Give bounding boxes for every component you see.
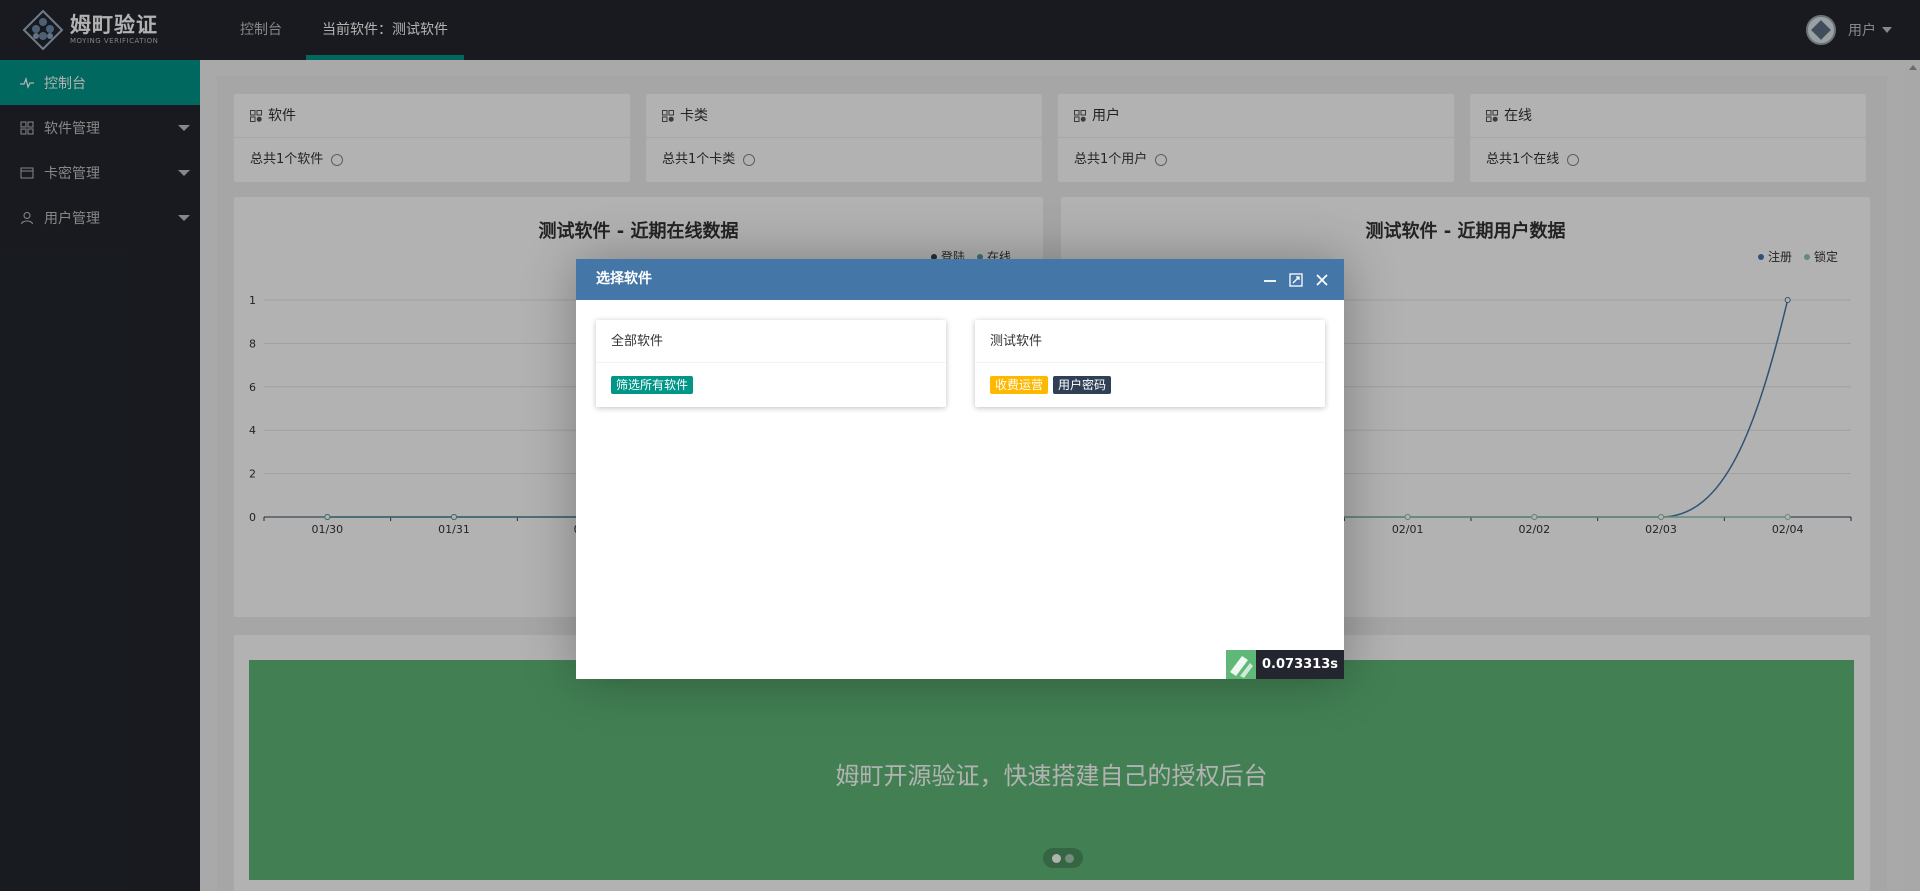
close-icon[interactable]	[1314, 272, 1330, 288]
dialog-tools	[1252, 259, 1330, 300]
load-timer: 0.073313s	[1226, 650, 1344, 679]
dialog-body: 全部软件 筛选所有软件 测试软件 收费运营 用户密码 0.073313s	[576, 300, 1344, 679]
dialog-header[interactable]: 选择软件	[576, 259, 1344, 300]
user-password-badge: 用户密码	[1053, 375, 1112, 394]
select-software-dialog: 选择软件 全部软件 筛选所有软件 测试软件 收费运营 用户密码 0.073313…	[576, 259, 1344, 679]
software-card-title: 测试软件	[975, 320, 1325, 363]
paid-operation-badge: 收费运营	[990, 375, 1049, 394]
timer-value: 0.073313s	[1256, 650, 1344, 679]
software-card-title: 全部软件	[596, 320, 946, 363]
software-card-all[interactable]: 全部软件 筛选所有软件	[596, 320, 946, 407]
maximize-icon[interactable]	[1288, 272, 1304, 288]
dialog-title: 选择软件	[596, 271, 652, 287]
timer-logo-icon	[1226, 650, 1256, 679]
software-card-test[interactable]: 测试软件 收费运营 用户密码	[975, 320, 1325, 407]
minimize-icon[interactable]	[1262, 272, 1278, 288]
filter-all-badge: 筛选所有软件	[611, 375, 694, 394]
